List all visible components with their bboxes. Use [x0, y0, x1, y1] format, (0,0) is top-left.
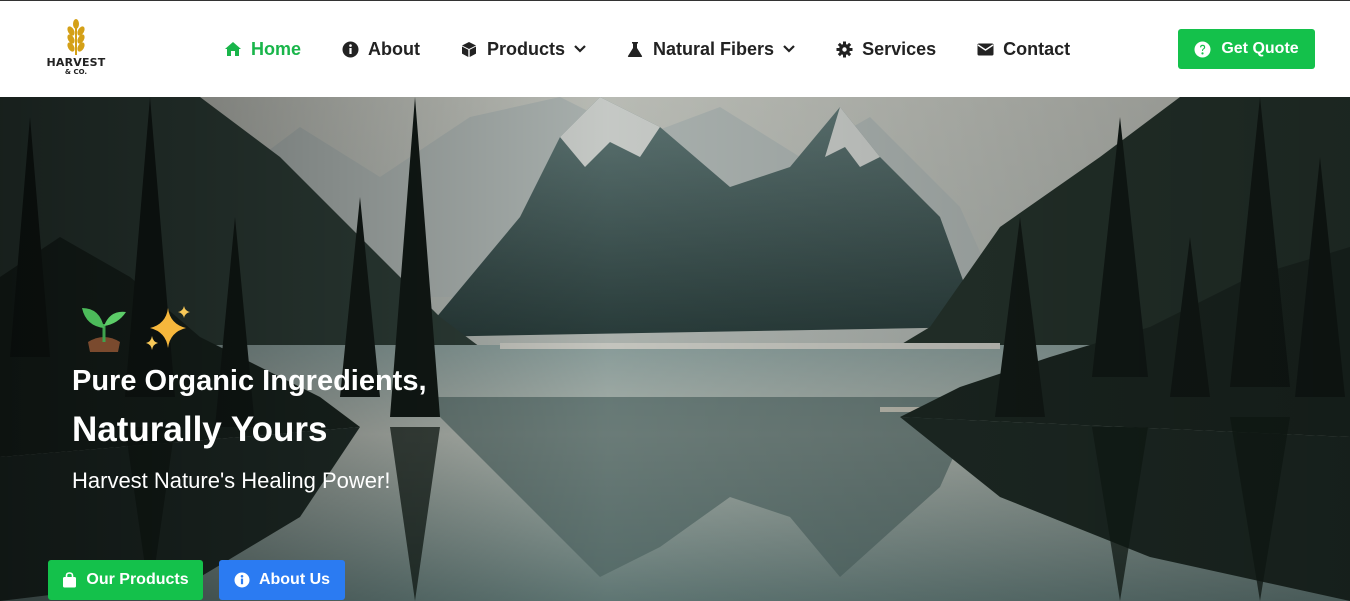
brand-logo[interactable]: HARVEST & CO. — [44, 19, 108, 83]
hero-section: Pure Organic Ingredients, Naturally Your… — [0, 97, 1350, 601]
chevron-down-icon — [574, 43, 586, 55]
about-us-label: About Us — [258, 571, 331, 588]
nav-contact-label: Contact — [1003, 38, 1071, 59]
brand-name: HARVEST — [46, 56, 106, 69]
brand-suffix: & CO. — [64, 68, 88, 76]
get-quote-label: Get Quote — [1221, 40, 1299, 57]
hero-headline-line1: Pure Organic Ingredients, — [72, 365, 427, 397]
question-circle-icon — [1194, 41, 1211, 58]
hero-emoji-row — [78, 302, 206, 354]
envelope-icon — [976, 40, 994, 58]
nav-services-label: Services — [862, 38, 937, 59]
nav-about[interactable]: About — [341, 29, 420, 69]
home-icon — [224, 40, 242, 58]
seedling-icon — [82, 308, 126, 352]
get-quote-button[interactable]: Get Quote — [1178, 29, 1315, 69]
info-icon — [341, 40, 359, 58]
about-us-button[interactable]: About Us — [219, 560, 345, 600]
our-products-button[interactable]: Our Products — [48, 560, 203, 600]
shopping-bag-icon — [62, 572, 77, 588]
chevron-down-icon — [783, 43, 795, 55]
hero-subtitle: Harvest Nature's Healing Power! — [72, 468, 391, 493]
wheat-icon — [67, 19, 85, 55]
main-nav: Home About Products Natural Fibers Servi… — [224, 1, 1110, 97]
nav-home[interactable]: Home — [224, 29, 301, 69]
nav-products[interactable]: Products — [460, 29, 586, 69]
nav-home-label: Home — [251, 38, 302, 59]
gear-icon — [835, 40, 853, 58]
box-icon — [460, 40, 478, 58]
hero-headline-line2: Naturally Yours — [72, 410, 328, 449]
site-header: HARVEST & CO. Home About Products Natura… — [0, 1, 1350, 97]
info-icon — [234, 572, 250, 588]
nav-about-label: About — [368, 38, 420, 59]
flask-icon — [626, 40, 644, 58]
nav-natural-fibers[interactable]: Natural Fibers — [626, 29, 795, 69]
sparkles-icon — [146, 306, 190, 350]
nav-products-label: Products — [487, 38, 566, 59]
nav-contact[interactable]: Contact — [976, 29, 1070, 69]
nav-natural-fibers-label: Natural Fibers — [653, 38, 775, 59]
our-products-label: Our Products — [86, 571, 189, 588]
nav-services[interactable]: Services — [835, 29, 936, 69]
